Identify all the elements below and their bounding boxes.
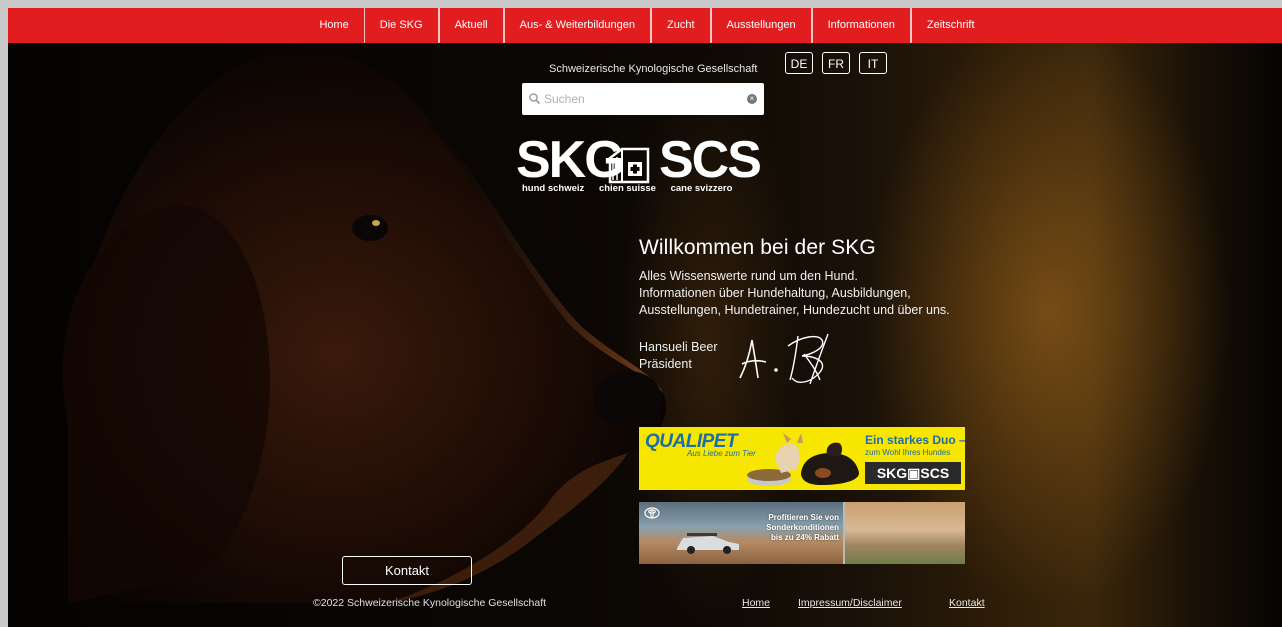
logo-text-skg: SKG bbox=[516, 131, 625, 189]
toyota-ad-family-photo bbox=[845, 502, 965, 564]
search-icon bbox=[529, 93, 541, 105]
logo-text-scs: SCS bbox=[659, 131, 762, 189]
lang-button-de[interactable]: DE bbox=[785, 52, 813, 74]
swiss-house-logo-icon bbox=[608, 147, 650, 184]
nav-item-ausbildungen[interactable]: Aus- & Weiterbildungen bbox=[503, 8, 651, 43]
welcome-text: Alles Wissenswerte rund um den Hund. Inf… bbox=[639, 268, 950, 319]
qualipet-skg-badge: SKG▣SCS bbox=[865, 462, 961, 484]
toyota-line-3: bis zu 24% Rabatt bbox=[770, 533, 839, 542]
signer-block: Hansueli Beer Präsident bbox=[639, 339, 718, 373]
nav-item-zeitschrift[interactable]: Zeitschrift bbox=[910, 8, 990, 43]
qualipet-ad-banner[interactable]: QUALIPET Aus Liebe zum Tier Ein starkes … bbox=[639, 427, 965, 490]
nav-item-zucht[interactable]: Zucht bbox=[650, 8, 711, 43]
footer-link-impressum[interactable]: Impressum/Disclaimer bbox=[798, 597, 902, 609]
nav-item-ausstellungen[interactable]: Ausstellungen bbox=[710, 8, 812, 43]
page-frame: Home Die SKG Aktuell Aus- & Weiterbildun… bbox=[8, 8, 1282, 627]
search-box: × bbox=[522, 83, 764, 115]
nav-item-home[interactable]: Home bbox=[304, 8, 363, 43]
qualipet-subline: zum Wohl Ihres Hundes bbox=[865, 448, 951, 457]
dogs-ad-image bbox=[747, 433, 859, 486]
toyota-ad-text: Profitieren Sie von Sonderkonditionen bi… bbox=[739, 513, 839, 543]
logo-sub-de: hund schweiz bbox=[522, 183, 585, 194]
toyota-ad-banner[interactable]: Profitieren Sie von Sonderkonditionen bi… bbox=[639, 502, 965, 564]
footer-link-kontakt[interactable]: Kontakt bbox=[949, 597, 985, 609]
signature-image bbox=[739, 333, 829, 385]
toyota-line-2: Sonderkonditionen bbox=[766, 523, 839, 532]
search-input[interactable] bbox=[542, 92, 746, 106]
nav-item-die-skg[interactable]: Die SKG bbox=[363, 8, 439, 43]
signer-role: Präsident bbox=[639, 357, 692, 371]
main-nav: Home Die SKG Aktuell Aus- & Weiterbildun… bbox=[8, 8, 1282, 43]
footer-link-home[interactable]: Home bbox=[742, 597, 770, 609]
language-switcher: DE FR IT bbox=[785, 52, 887, 74]
nav-list: Home Die SKG Aktuell Aus- & Weiterbildun… bbox=[304, 8, 989, 43]
welcome-line-3: Ausstellungen, Hundetrainer, Hundezucht … bbox=[639, 303, 950, 317]
signer-name: Hansueli Beer bbox=[639, 340, 718, 354]
logo-sub-it: cane svizzero bbox=[670, 183, 733, 194]
qualipet-headline: Ein starkes Duo – bbox=[865, 433, 965, 447]
car-image bbox=[677, 533, 739, 554]
copyright-text: ©2022 Schweizerische Kynologische Gesell… bbox=[313, 597, 547, 609]
welcome-title: Willkommen bei der SKG bbox=[639, 236, 876, 259]
skg-scs-logo[interactable]: SKG SCS hund schweiz chien suisse cane s… bbox=[516, 132, 762, 196]
lang-button-fr[interactable]: FR bbox=[822, 52, 850, 74]
clear-search-icon[interactable]: × bbox=[747, 94, 757, 104]
org-name: Schweizerische Kynologische Gesellschaft bbox=[549, 63, 758, 75]
nav-item-informationen[interactable]: Informationen bbox=[811, 8, 911, 43]
logo-subtitle: hund schweiz chien suisse cane svizzero bbox=[522, 183, 744, 194]
toyota-line-1: Profitieren Sie von bbox=[768, 513, 839, 522]
welcome-line-1: Alles Wissenswerte rund um den Hund. bbox=[639, 269, 858, 283]
logo-sub-fr: chien suisse bbox=[598, 183, 656, 194]
nav-item-aktuell[interactable]: Aktuell bbox=[438, 8, 504, 43]
welcome-section: Willkommen bei der SKG Alles Wissenswert… bbox=[639, 236, 950, 319]
toyota-logo-icon bbox=[644, 507, 660, 519]
lang-button-it[interactable]: IT bbox=[859, 52, 887, 74]
welcome-line-2: Informationen über Hundehaltung, Ausbild… bbox=[639, 286, 911, 300]
kontakt-button[interactable]: Kontakt bbox=[342, 556, 472, 585]
